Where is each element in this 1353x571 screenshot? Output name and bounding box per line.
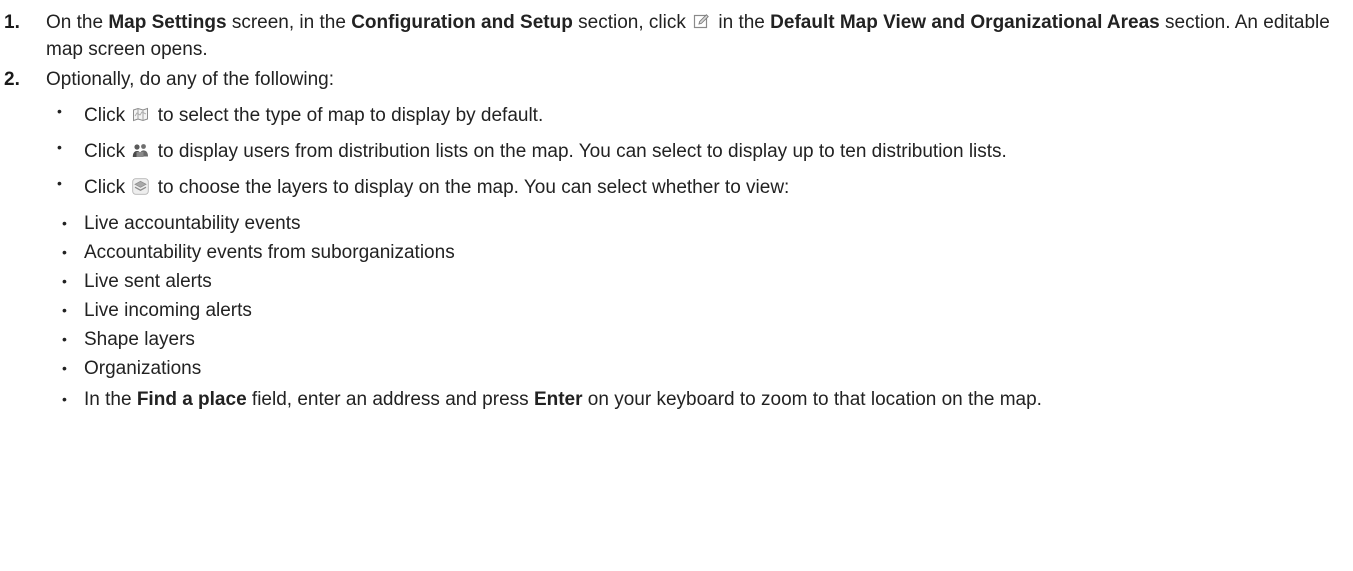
ui-term-default-map-view: Default Map View and Organizational Area… — [770, 12, 1160, 33]
edit-icon — [693, 13, 710, 30]
text-fragment: Click — [84, 141, 131, 162]
text-fragment: screen, in the — [226, 12, 352, 33]
text-fragment: Click — [84, 177, 131, 198]
bullet: • — [62, 331, 67, 347]
list-item: • Shape layers — [0, 326, 1325, 353]
step-2: 2. Optionally, do any of the following: — [0, 66, 1353, 93]
text-fragment: On the — [46, 12, 109, 33]
bullet: • — [57, 103, 62, 119]
map-type-icon — [132, 106, 149, 123]
list-item: • Accountability events from suborganiza… — [0, 239, 1325, 266]
bullet: • — [62, 215, 67, 231]
layer-option-label: Live accountability events — [84, 213, 301, 234]
bullet: • — [62, 244, 67, 260]
text-fragment: field, enter an address and press — [246, 389, 534, 410]
procedure-document: 1. On the Map Settings screen, in the Co… — [0, 0, 1353, 413]
list-item: • Click to select the type of map to dis… — [0, 102, 1353, 129]
text-fragment: to display users from distribution lists… — [152, 141, 1007, 162]
list-item: • Organizations — [0, 355, 1325, 382]
layer-option-label: Shape layers — [84, 329, 195, 350]
step-1-text: On the Map Settings screen, in the Confi… — [46, 12, 1330, 60]
bullet: • — [57, 139, 62, 155]
ui-term-enter-key: Enter — [533, 389, 583, 410]
list-item: • Click to choose the layers to display … — [0, 174, 1353, 382]
step-number: 1. — [4, 12, 20, 33]
list-item: • Click to display users from distributi… — [0, 138, 1353, 165]
layer-option-label: Accountability events from suborganizati… — [84, 242, 455, 263]
text-fragment: section, click — [572, 12, 692, 33]
layer-option-label: Live incoming alerts — [84, 300, 252, 321]
text-fragment: in the — [713, 12, 771, 33]
bullet: • — [62, 273, 67, 289]
bullet: • — [62, 360, 67, 376]
bullet: • — [62, 302, 67, 318]
text-fragment: Click — [84, 105, 131, 126]
layers-icon — [132, 178, 150, 195]
list-item: • Live sent alerts — [0, 268, 1325, 295]
text-fragment: to select the type of map to display by … — [152, 105, 544, 126]
bullet: • — [62, 391, 67, 407]
text-fragment: to choose the layers to display on the m… — [152, 177, 790, 198]
layer-option-label: Live sent alerts — [84, 271, 212, 292]
step-2-text: Optionally, do any of the following: — [46, 69, 334, 90]
layer-option-label: Organizations — [84, 358, 202, 379]
ui-term-find-a-place: Find a place — [136, 389, 247, 410]
layer-options-list: • Live accountability events • Accountab… — [0, 210, 1325, 382]
text-fragment: on your keyboard to zoom to that locatio… — [582, 389, 1042, 410]
distribution-list-users-icon — [132, 142, 149, 159]
bullet: • — [57, 175, 62, 191]
option-list: • Click to select the type of map to dis… — [0, 102, 1353, 413]
list-item: • In the Find a place field, enter an ad… — [0, 386, 1353, 413]
list-item: • Live accountability events — [0, 210, 1325, 237]
step-1: 1. On the Map Settings screen, in the Co… — [0, 9, 1353, 63]
ui-term-configuration-and-setup: Configuration and Setup — [351, 12, 573, 33]
text-fragment: In the — [84, 389, 137, 410]
list-item: • Live incoming alerts — [0, 297, 1325, 324]
ui-term-map-settings: Map Settings — [108, 12, 227, 33]
step-number: 2. — [4, 69, 20, 90]
